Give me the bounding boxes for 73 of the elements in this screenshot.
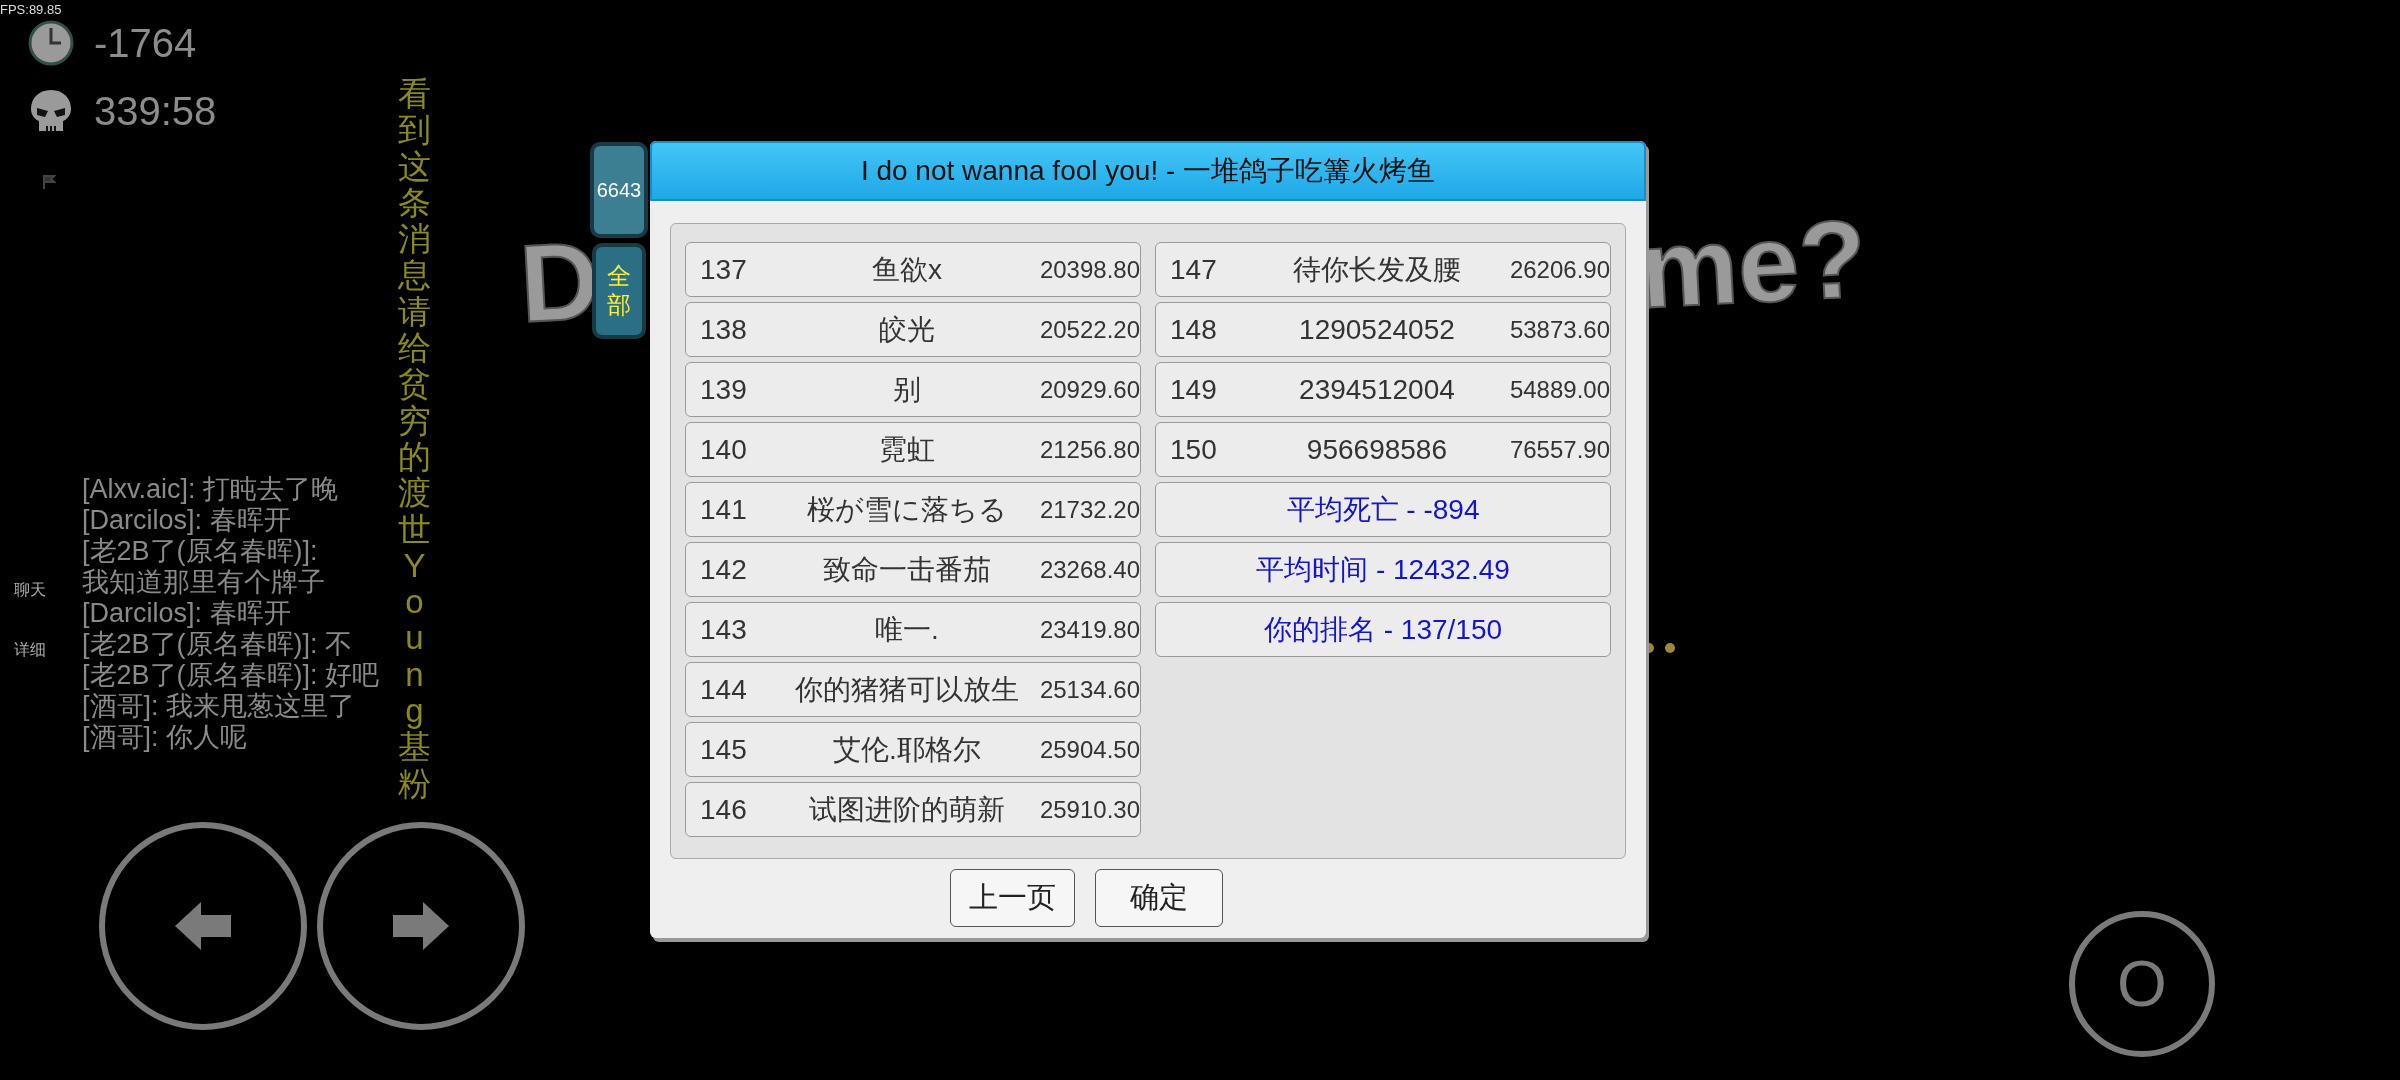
chat-message: [老2B了(原名春晖)]: 好吧 [82, 660, 379, 691]
clock-icon [28, 20, 74, 66]
player-name: 致命一击番茄 [821, 552, 992, 587]
player-name: 唯一. [874, 612, 940, 647]
summary-row: 平均时间 - 12432.49 [1155, 542, 1611, 597]
score-text: 26206.90 [1509, 255, 1610, 284]
right-arrow-icon [391, 900, 451, 952]
player-name: 别 [891, 372, 922, 407]
score-text: 54889.00 [1509, 375, 1610, 404]
rank-text: 143 [700, 613, 748, 646]
score-text: 23268.40 [1039, 555, 1140, 584]
player-name: 1290524052 [1298, 313, 1456, 346]
time-counter: -1764 [94, 20, 197, 66]
player-name: 鱼欲x [870, 252, 943, 287]
rank-text: 146 [700, 793, 748, 826]
rank-text: 141 [700, 493, 748, 526]
chat-message: [老2B了(原名春晖)]: 不 [82, 629, 353, 660]
chat-message: 我知道那里有个牌子 [82, 567, 326, 598]
vertical-banner-text: 看到这条消息请给贫穷的渡世Young基粉 [398, 76, 431, 802]
left-button[interactable] [99, 822, 307, 1030]
score-text: 25134.60 [1039, 675, 1140, 704]
rank-text: 147 [1170, 253, 1218, 286]
rank-text: 140 [700, 433, 748, 466]
score-text: 23419.80 [1039, 615, 1140, 644]
chat-message: [Darcilos]: 春晖开 [82, 505, 292, 536]
side-tab[interactable]: 6643 [590, 142, 648, 238]
score-text: 76557.90 [1509, 435, 1610, 464]
rank-text: 137 [700, 253, 748, 286]
chat-message: [酒哥]: 我来甩葱这里了 [82, 691, 356, 722]
summary-row: 平均死亡 - -894 [1155, 482, 1611, 537]
chat-message: [老2B了(原名春晖)]: [82, 536, 319, 567]
player-name: 待你长发及腰 [1291, 252, 1462, 287]
action-button[interactable]: O [2069, 911, 2215, 1057]
score-text: 20522.20 [1039, 315, 1140, 344]
player-name: 桜が雪に落ちる [805, 492, 1008, 527]
player-name: 试图进阶的萌新 [807, 792, 1006, 827]
player-name: 956698586 [1305, 433, 1448, 466]
chat-message: [酒哥]: 你人呢 [82, 722, 248, 753]
left-arrow-icon [173, 900, 233, 952]
score-text: 20929.60 [1039, 375, 1140, 404]
chat-tab[interactable]: 详细 [14, 640, 46, 661]
player-name: 皎光 [877, 312, 936, 347]
rank-text: 139 [700, 373, 748, 406]
player-name: 你的猪猪可以放生 [793, 672, 1020, 707]
rank-text: 148 [1170, 313, 1218, 346]
fps-counter: FPS:89.85 [0, 2, 62, 17]
score-text: 20398.80 [1039, 255, 1140, 284]
dialog-title: I do not wanna fool you! - 一堆鸽子吃篝火烤鱼 [650, 141, 1646, 201]
chat-message: [Alxv.aic]: 打盹去了晚 [82, 474, 340, 505]
confirm-button[interactable]: 确定 [1095, 869, 1223, 927]
rank-text: 142 [700, 553, 748, 586]
score-text: 25904.50 [1039, 735, 1140, 764]
chat-message: [Darcilos]: 春晖开 [82, 598, 292, 629]
skull-icon [28, 88, 74, 134]
score-text: 21732.20 [1039, 495, 1140, 524]
side-tab[interactable]: 全部 [592, 243, 646, 339]
rank-text: 149 [1170, 373, 1218, 406]
flag-icon [42, 174, 56, 190]
player-name: 2394512004 [1298, 373, 1456, 406]
player-name: 艾伦.耶格尔 [832, 732, 982, 767]
rank-text: 145 [700, 733, 748, 766]
score-text: 25910.30 [1039, 795, 1140, 824]
score-text: 53873.60 [1509, 315, 1610, 344]
rank-text: 150 [1170, 433, 1218, 466]
rank-text: 138 [700, 313, 748, 346]
player-name: 霓虹 [877, 432, 936, 467]
death-counter: 339:58 [94, 88, 217, 134]
right-button[interactable] [317, 822, 525, 1030]
summary-row: 你的排名 - 137/150 [1155, 602, 1611, 657]
previous-page-button[interactable]: 上一页 [950, 869, 1075, 927]
score-text: 21256.80 [1039, 435, 1140, 464]
rank-text: 144 [700, 673, 748, 706]
chat-tab[interactable]: 聊天 [14, 580, 46, 601]
